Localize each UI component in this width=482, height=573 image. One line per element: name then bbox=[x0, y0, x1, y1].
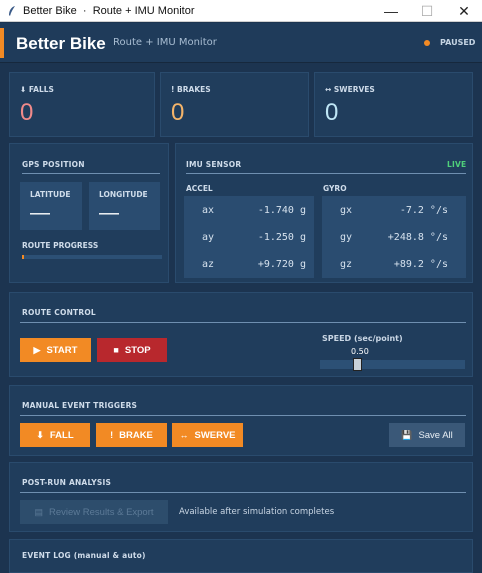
imu-live-badge: LIVE bbox=[447, 160, 467, 169]
swerves-label: ↔ SWERVES bbox=[325, 85, 375, 94]
longitude-value: — bbox=[99, 202, 119, 224]
brand-title: Better Bike bbox=[16, 34, 106, 53]
post-run-divider bbox=[20, 492, 466, 493]
swerve-arrows-icon: ↔ bbox=[179, 430, 189, 440]
route-control-divider bbox=[20, 322, 466, 323]
minimize-button[interactable]: — bbox=[373, 0, 409, 22]
gyro-gz-value: +89.2 °/s bbox=[393, 259, 448, 270]
latitude-label: LATITUDE bbox=[30, 190, 71, 199]
speed-slider-thumb[interactable] bbox=[353, 358, 362, 371]
gyro-gz-axis: gz bbox=[340, 259, 353, 270]
route-progress-bar bbox=[22, 255, 162, 259]
accel-az-axis: az bbox=[202, 259, 215, 270]
triggers-divider bbox=[20, 415, 466, 416]
accel-az-value: +9.720 g bbox=[257, 259, 306, 270]
maximize-button[interactable]: ☐ bbox=[409, 0, 445, 22]
latitude-value: — bbox=[30, 202, 50, 224]
accel-ax-axis: ax bbox=[202, 205, 215, 216]
run-status: PAUSED bbox=[440, 38, 476, 47]
gyro-gy-axis: gy bbox=[340, 232, 353, 243]
swerves-stat-card: ↔ SWERVES 0 bbox=[314, 72, 473, 137]
accel-ay-value: -1.250 g bbox=[257, 232, 306, 243]
route-control-title: ROUTE CONTROL bbox=[22, 308, 96, 317]
route-progress-label: ROUTE PROGRESS bbox=[22, 241, 99, 250]
stop-icon: ■ bbox=[113, 345, 119, 355]
start-button[interactable]: ▶ START bbox=[20, 338, 91, 362]
gyro-label: GYRO bbox=[323, 184, 347, 193]
accel-readings: ax -1.740 g ay -1.250 g az +9.720 g bbox=[184, 196, 314, 278]
gps-divider bbox=[22, 173, 160, 174]
falls-stat-card: ⬇ FALLS 0 bbox=[9, 72, 155, 137]
accel-label: ACCEL bbox=[186, 184, 213, 193]
accel-ay-axis: ay bbox=[202, 232, 215, 243]
longitude-label: LONGITUDE bbox=[99, 190, 148, 199]
speed-value: 0.50 bbox=[351, 347, 369, 356]
imu-divider bbox=[186, 173, 466, 174]
swerves-count: 0 bbox=[325, 99, 339, 126]
longitude-box: LONGITUDE — bbox=[89, 182, 160, 230]
event-log-panel: EVENT LOG (manual & auto) bbox=[9, 539, 473, 573]
stop-button[interactable]: ■ STOP bbox=[97, 338, 167, 362]
arrow-down-icon: ⬇ bbox=[36, 429, 44, 440]
gyro-gx-axis: gx bbox=[340, 205, 353, 216]
swerve-trigger-button[interactable]: ↔ SWERVE bbox=[172, 423, 243, 447]
falls-label: ⬇ FALLS bbox=[20, 85, 54, 94]
exclamation-icon: ! bbox=[110, 430, 114, 440]
gyro-gx-value: -7.2 °/s bbox=[399, 205, 448, 216]
status-dot-icon bbox=[424, 40, 430, 46]
imu-panel: IMU SENSOR LIVE ACCEL GYRO ax -1.740 g a… bbox=[175, 143, 473, 283]
gps-panel: GPS POSITION LATITUDE — LONGITUDE — ROUT… bbox=[9, 143, 169, 283]
close-button[interactable]: ✕ bbox=[446, 0, 482, 22]
window-title: Better Bike · Route + IMU Monitor bbox=[23, 4, 195, 17]
post-run-panel: POST-RUN ANALYSIS ▤ Review Results & Expo… bbox=[9, 462, 473, 532]
feather-icon bbox=[9, 5, 15, 16]
speed-slider[interactable] bbox=[320, 360, 465, 369]
app-header: Better Bike Route + IMU Monitor PAUSED bbox=[0, 23, 482, 63]
accel-ax-value: -1.740 g bbox=[257, 205, 306, 216]
latitude-box: LATITUDE — bbox=[20, 182, 82, 230]
app-subtitle: Route + IMU Monitor bbox=[113, 37, 217, 48]
save-all-button[interactable]: 💾 Save All bbox=[389, 423, 465, 447]
brakes-label: ! BRAKES bbox=[171, 85, 211, 94]
speed-label: SPEED (sec/point) bbox=[322, 334, 403, 343]
play-icon: ▶ bbox=[33, 344, 41, 355]
gps-title: GPS POSITION bbox=[22, 160, 85, 169]
review-export-button[interactable]: ▤ Review Results & Export bbox=[20, 500, 168, 524]
post-run-note: Available after simulation completes bbox=[179, 507, 335, 517]
brake-trigger-button[interactable]: ! BRAKE bbox=[96, 423, 167, 447]
window-titlebar: Better Bike · Route + IMU Monitor — ☐ ✕ bbox=[0, 0, 482, 22]
save-icon: 💾 bbox=[401, 429, 413, 440]
imu-title: IMU SENSOR bbox=[186, 160, 242, 169]
manual-triggers-panel: MANUAL EVENT TRIGGERS ⬇ FALL ! BRAKE ↔ SWER… bbox=[9, 385, 473, 456]
event-log-title: EVENT LOG (manual & auto) bbox=[22, 551, 146, 560]
route-progress-fill bbox=[22, 255, 24, 259]
route-control-panel: ROUTE CONTROL ▶ START ■ STOP SPEED (sec/po… bbox=[9, 292, 473, 377]
gyro-gy-value: +248.8 °/s bbox=[387, 232, 448, 243]
gyro-readings: gx -7.2 °/s gy +248.8 °/s gz +89.2 °/s bbox=[322, 196, 466, 278]
header-accent-bar bbox=[0, 28, 4, 58]
brakes-stat-card: ! BRAKES 0 bbox=[160, 72, 309, 137]
manual-triggers-title: MANUAL EVENT TRIGGERS bbox=[22, 401, 138, 410]
report-icon: ▤ bbox=[34, 506, 43, 517]
fall-trigger-button[interactable]: ⬇ FALL bbox=[20, 423, 90, 447]
brakes-count: 0 bbox=[171, 99, 185, 126]
post-run-title: POST-RUN ANALYSIS bbox=[22, 478, 112, 487]
falls-count: 0 bbox=[20, 99, 34, 126]
